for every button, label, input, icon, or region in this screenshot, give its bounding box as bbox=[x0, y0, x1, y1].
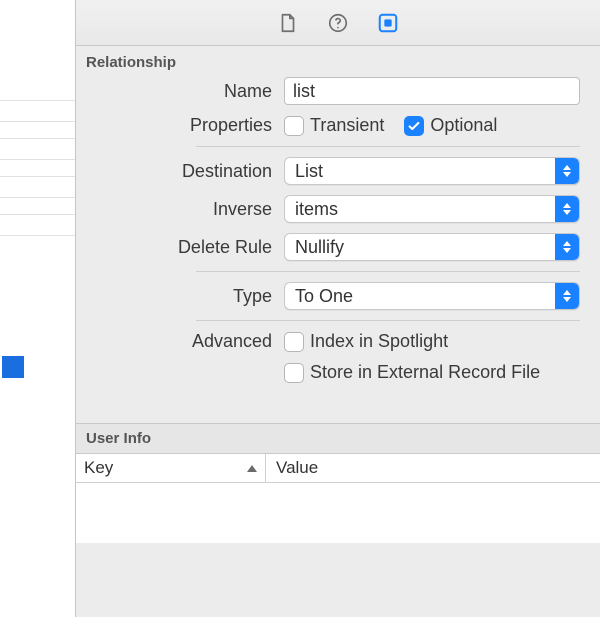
delete-rule-select[interactable]: Nullify bbox=[284, 233, 580, 261]
destination-value: List bbox=[285, 161, 555, 182]
user-info-table-header: Key Value bbox=[76, 454, 600, 483]
destination-select[interactable]: List bbox=[284, 157, 580, 185]
user-info-section: User Info Key Value bbox=[76, 423, 600, 543]
index-spotlight-checkbox[interactable]: Index in Spotlight bbox=[284, 331, 448, 352]
identity-inspector-icon[interactable] bbox=[377, 12, 399, 34]
column-header-value[interactable]: Value bbox=[266, 454, 600, 482]
column-value-label: Value bbox=[276, 458, 318, 477]
list-item[interactable] bbox=[0, 214, 75, 236]
inverse-value: items bbox=[285, 199, 555, 220]
optional-checkbox[interactable]: Optional bbox=[404, 115, 497, 136]
type-value: To One bbox=[285, 286, 555, 307]
checkbox-unchecked-icon bbox=[284, 332, 304, 352]
divider bbox=[196, 271, 580, 272]
store-external-checkbox[interactable]: Store in External Record File bbox=[284, 362, 540, 383]
list-item[interactable] bbox=[0, 176, 75, 198]
section-heading-relationship: Relationship bbox=[76, 46, 600, 77]
sort-ascending-icon bbox=[247, 465, 257, 472]
checkbox-unchecked-icon bbox=[284, 116, 304, 136]
chevron-updown-icon bbox=[555, 283, 579, 309]
inverse-select[interactable]: items bbox=[284, 195, 580, 223]
delete-rule-value: Nullify bbox=[285, 237, 555, 258]
inspector-toolbar bbox=[76, 0, 600, 46]
label-inverse: Inverse bbox=[86, 199, 276, 220]
label-store-external: Store in External Record File bbox=[310, 362, 540, 383]
source-list bbox=[0, 0, 76, 617]
label-index-spotlight: Index in Spotlight bbox=[310, 331, 448, 352]
label-name: Name bbox=[86, 81, 276, 102]
label-optional: Optional bbox=[430, 115, 497, 136]
chevron-updown-icon bbox=[555, 196, 579, 222]
file-icon[interactable] bbox=[277, 12, 299, 34]
chevron-updown-icon bbox=[555, 234, 579, 260]
transient-checkbox[interactable]: Transient bbox=[284, 115, 384, 136]
section-heading-user-info: User Info bbox=[76, 423, 600, 454]
checkbox-checked-icon bbox=[404, 116, 424, 136]
chevron-updown-icon bbox=[555, 158, 579, 184]
checkbox-unchecked-icon bbox=[284, 363, 304, 383]
divider bbox=[196, 146, 580, 147]
help-icon[interactable] bbox=[327, 12, 349, 34]
user-info-table-body[interactable] bbox=[76, 483, 600, 543]
divider bbox=[196, 320, 580, 321]
column-key-label: Key bbox=[84, 458, 113, 478]
inspector-panel: Relationship Name Properties Transient bbox=[76, 0, 600, 617]
label-transient: Transient bbox=[310, 115, 384, 136]
relationship-form: Name Properties Transient Op bbox=[76, 77, 600, 393]
label-delete-rule: Delete Rule bbox=[86, 237, 276, 258]
list-item-selected[interactable] bbox=[2, 356, 24, 378]
list-item[interactable] bbox=[0, 100, 75, 122]
list-item[interactable] bbox=[0, 138, 75, 160]
type-select[interactable]: To One bbox=[284, 282, 580, 310]
column-header-key[interactable]: Key bbox=[76, 454, 266, 482]
label-destination: Destination bbox=[86, 161, 276, 182]
label-properties: Properties bbox=[86, 115, 276, 136]
label-type: Type bbox=[86, 286, 276, 307]
name-input[interactable] bbox=[284, 77, 580, 105]
label-advanced: Advanced bbox=[86, 331, 276, 352]
